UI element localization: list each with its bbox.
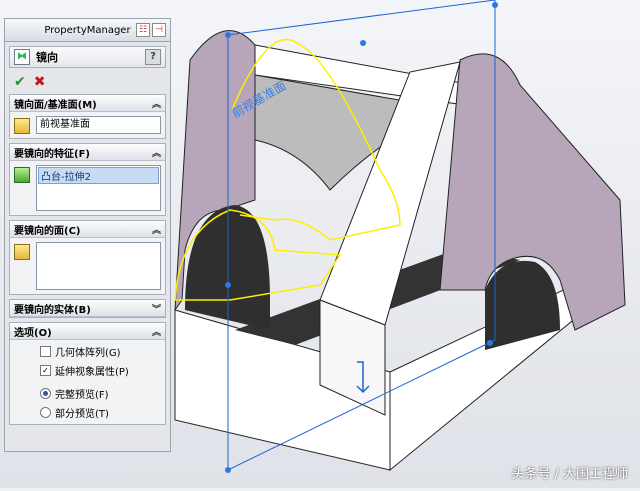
features-group: 要镜向的特征(F) ︽ 凸台-拉伸2	[9, 143, 166, 216]
geometry-pattern-label: 几何体阵列(G)	[55, 348, 121, 359]
face-select-icon	[14, 244, 30, 260]
display-pane-icon[interactable]: ☷	[136, 23, 150, 37]
full-preview-radio[interactable]	[40, 388, 51, 399]
features-listbox[interactable]: 凸台-拉伸2	[36, 165, 161, 211]
plane-handle[interactable]	[360, 40, 366, 46]
partial-preview-option[interactable]: 部分预览(T)	[40, 405, 165, 420]
ok-cancel-bar: ✔ ✖	[14, 74, 170, 90]
face-select-icon	[14, 118, 30, 134]
mirror-plane-header[interactable]: 镜向面/基准面(M) ︽	[10, 95, 165, 112]
faces-listbox[interactable]	[36, 242, 161, 290]
mirror-feature-icon: ⧓	[14, 49, 30, 65]
plane-handle[interactable]	[225, 32, 231, 38]
feature-select-icon	[14, 167, 30, 183]
partial-preview-radio[interactable]	[40, 407, 51, 418]
plane-handle[interactable]	[225, 282, 231, 288]
cancel-button[interactable]: ✖	[34, 74, 46, 90]
full-preview-label: 完整预览(F)	[55, 390, 109, 401]
collapse-icon[interactable]: ︽	[152, 223, 161, 236]
bodies-header[interactable]: 要镜向的实体(B) ︾	[10, 300, 165, 317]
mirror-plane-group: 镜向面/基准面(M) ︽ 前视基准面	[9, 94, 166, 139]
options-group: 选项(O) ︽ 几何体阵列(G) ✓ 延伸视象属性(P) 完整预览(F) 部分预…	[9, 322, 166, 425]
property-manager-panel: PropertyManager ☷ ⊣ ⧓ 镜向 ? ✔ ✖ 镜向面/基准面(M…	[4, 18, 171, 452]
options-header[interactable]: 选项(O) ︽	[10, 323, 165, 340]
feature-title-bar: ⧓ 镜向 ?	[9, 46, 166, 68]
partial-preview-label: 部分预览(T)	[55, 409, 109, 420]
ok-button[interactable]: ✔	[14, 74, 26, 90]
mirror-plane-field[interactable]: 前视基准面	[36, 116, 161, 134]
collapse-icon[interactable]: ︽	[152, 97, 161, 110]
pin-icon[interactable]: ⊣	[152, 23, 166, 37]
features-title: 要镜向的特征(F)	[14, 148, 90, 160]
faces-header[interactable]: 要镜向的面(C) ︽	[10, 221, 165, 238]
help-button[interactable]: ?	[145, 49, 161, 65]
features-header[interactable]: 要镜向的特征(F) ︽	[10, 144, 165, 161]
feature-title: 镜向	[36, 51, 58, 64]
propagate-visual-checkbox[interactable]: ✓	[40, 365, 51, 376]
list-item[interactable]: 凸台-拉伸2	[38, 167, 159, 184]
faces-title: 要镜向的面(C)	[14, 225, 81, 237]
property-manager-header: PropertyManager ☷ ⊣	[5, 19, 170, 42]
expand-icon[interactable]: ︾	[152, 302, 161, 315]
full-preview-option[interactable]: 完整预览(F)	[40, 386, 165, 401]
plane-handle[interactable]	[492, 2, 498, 8]
mirror-plane-title: 镜向面/基准面(M)	[14, 99, 97, 111]
options-title: 选项(O)	[14, 327, 52, 339]
bodies-title: 要镜向的实体(B)	[14, 304, 91, 316]
plane-handle[interactable]	[487, 340, 493, 346]
collapse-icon[interactable]: ︽	[152, 325, 161, 338]
collapse-icon[interactable]: ︽	[152, 146, 161, 159]
geometry-pattern-option[interactable]: 几何体阵列(G)	[40, 344, 165, 359]
propagate-visual-option[interactable]: ✓ 延伸视象属性(P)	[40, 363, 165, 378]
geometry-pattern-checkbox[interactable]	[40, 346, 51, 357]
propagate-visual-label: 延伸视象属性(P)	[55, 367, 129, 378]
plane-handle[interactable]	[225, 467, 231, 473]
bodies-group: 要镜向的实体(B) ︾	[9, 299, 166, 318]
faces-group: 要镜向的面(C) ︽	[9, 220, 166, 295]
watermark: 头条号 / 大国工程师	[511, 467, 628, 482]
property-manager-title: PropertyManager	[44, 24, 131, 36]
